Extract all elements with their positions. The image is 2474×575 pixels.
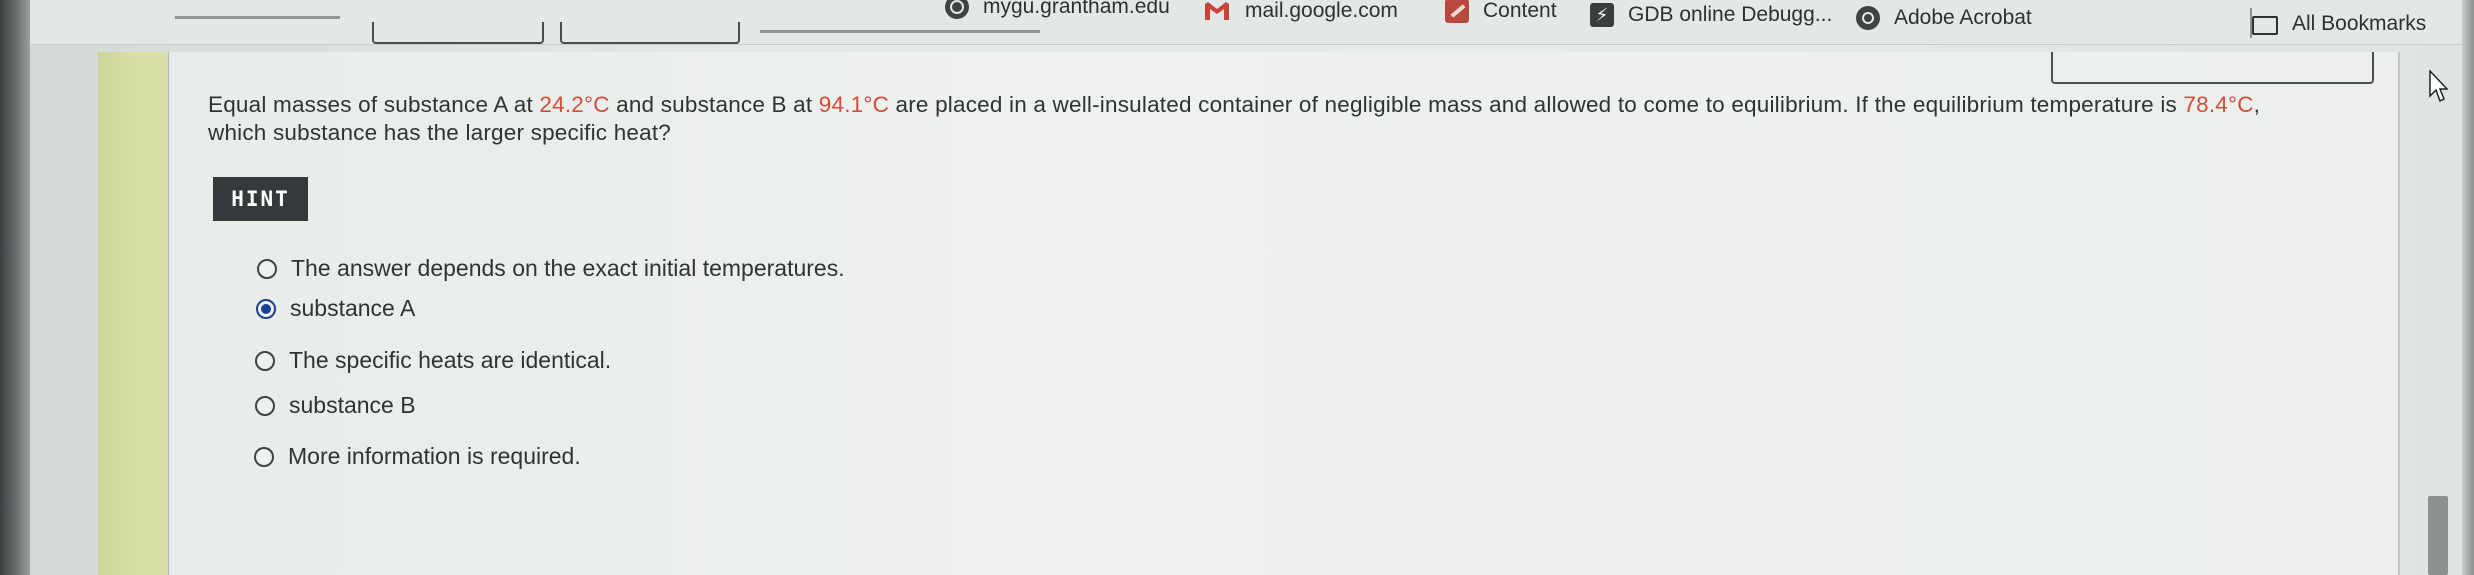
- radio-button[interactable]: [257, 258, 277, 279]
- header-right-box: [2051, 52, 2374, 84]
- folder-icon: [2252, 16, 2278, 35]
- question-text-part: and substance B at: [609, 92, 819, 117]
- option-identical-specific-heats[interactable]: The specific heats are identical.: [255, 347, 611, 374]
- screen: mygu.grantham.edu mail.google.com Conten…: [0, 0, 2474, 575]
- bookmark-label: Adobe Acrobat: [1894, 6, 2032, 29]
- screen-bezel-left: [0, 0, 30, 575]
- scrollbar-thumb[interactable]: [2428, 496, 2448, 575]
- divider: [168, 52, 169, 575]
- acrobat-icon: [1856, 6, 1880, 30]
- bookmark-label: GDB online Debugg...: [1628, 3, 1833, 26]
- option-substance-a[interactable]: substance A: [256, 295, 415, 322]
- option-label: More information is required.: [288, 443, 581, 469]
- hint-button[interactable]: HINT: [213, 177, 308, 221]
- header-fragment: [760, 30, 1040, 33]
- temperature-a: 24.2°C: [539, 92, 610, 117]
- radio-button[interactable]: [255, 395, 275, 416]
- option-label: substance B: [289, 392, 416, 418]
- question-text: Equal masses of substance A at 24.2°C an…: [208, 91, 2308, 147]
- header-tab-box: [560, 22, 740, 44]
- bookmark-content[interactable]: Content: [1445, 0, 1557, 26]
- option-label: The answer depends on the exact initial …: [291, 255, 845, 281]
- option-label: substance A: [290, 295, 416, 321]
- all-bookmarks-label: All Bookmarks: [2292, 12, 2427, 35]
- bookmark-label: Content: [1483, 0, 1557, 22]
- question-text-part: are placed in a well-insulated container…: [889, 92, 2184, 117]
- question-side-strip: [98, 52, 168, 575]
- bookmark-gdb[interactable]: ⚡ GDB online Debugg...: [1590, 0, 1832, 30]
- bookmark-mygu[interactable]: mygu.grantham.edu: [945, 0, 1170, 22]
- option-substance-b[interactable]: substance B: [255, 392, 416, 419]
- all-bookmarks-button[interactable]: All Bookmarks: [2252, 9, 2426, 39]
- radio-button[interactable]: [254, 446, 274, 467]
- bolt-icon: ⚡: [1590, 3, 1614, 27]
- screen-bezel-right: [2462, 0, 2474, 575]
- bookmark-label: mail.google.com: [1245, 0, 1398, 22]
- bookmark-label: mygu.grantham.edu: [983, 0, 1170, 18]
- option-label: The specific heats are identical.: [289, 347, 612, 373]
- temperature-b: 94.1°C: [818, 92, 890, 117]
- question-text-part: Equal masses of substance A at: [208, 92, 540, 117]
- radio-button-selected[interactable]: [256, 298, 276, 319]
- option-depends-on-temperatures[interactable]: The answer depends on the exact initial …: [257, 255, 845, 282]
- radio-button[interactable]: [255, 350, 275, 371]
- gmail-icon: [1203, 0, 1231, 22]
- globe-icon: [945, 0, 969, 19]
- pencil-icon: [1445, 0, 1469, 23]
- mouse-cursor-icon: [2429, 70, 2448, 103]
- header-fragment: [175, 16, 340, 19]
- bookmark-acrobat[interactable]: Adobe Acrobat: [1856, 3, 2032, 33]
- divider: [2398, 52, 2400, 575]
- header-tab-box: [372, 22, 544, 44]
- temperature-equilibrium: 78.4°C: [2183, 92, 2254, 117]
- bookmark-gmail[interactable]: mail.google.com: [1203, 0, 1398, 26]
- option-more-information[interactable]: More information is required.: [254, 443, 581, 470]
